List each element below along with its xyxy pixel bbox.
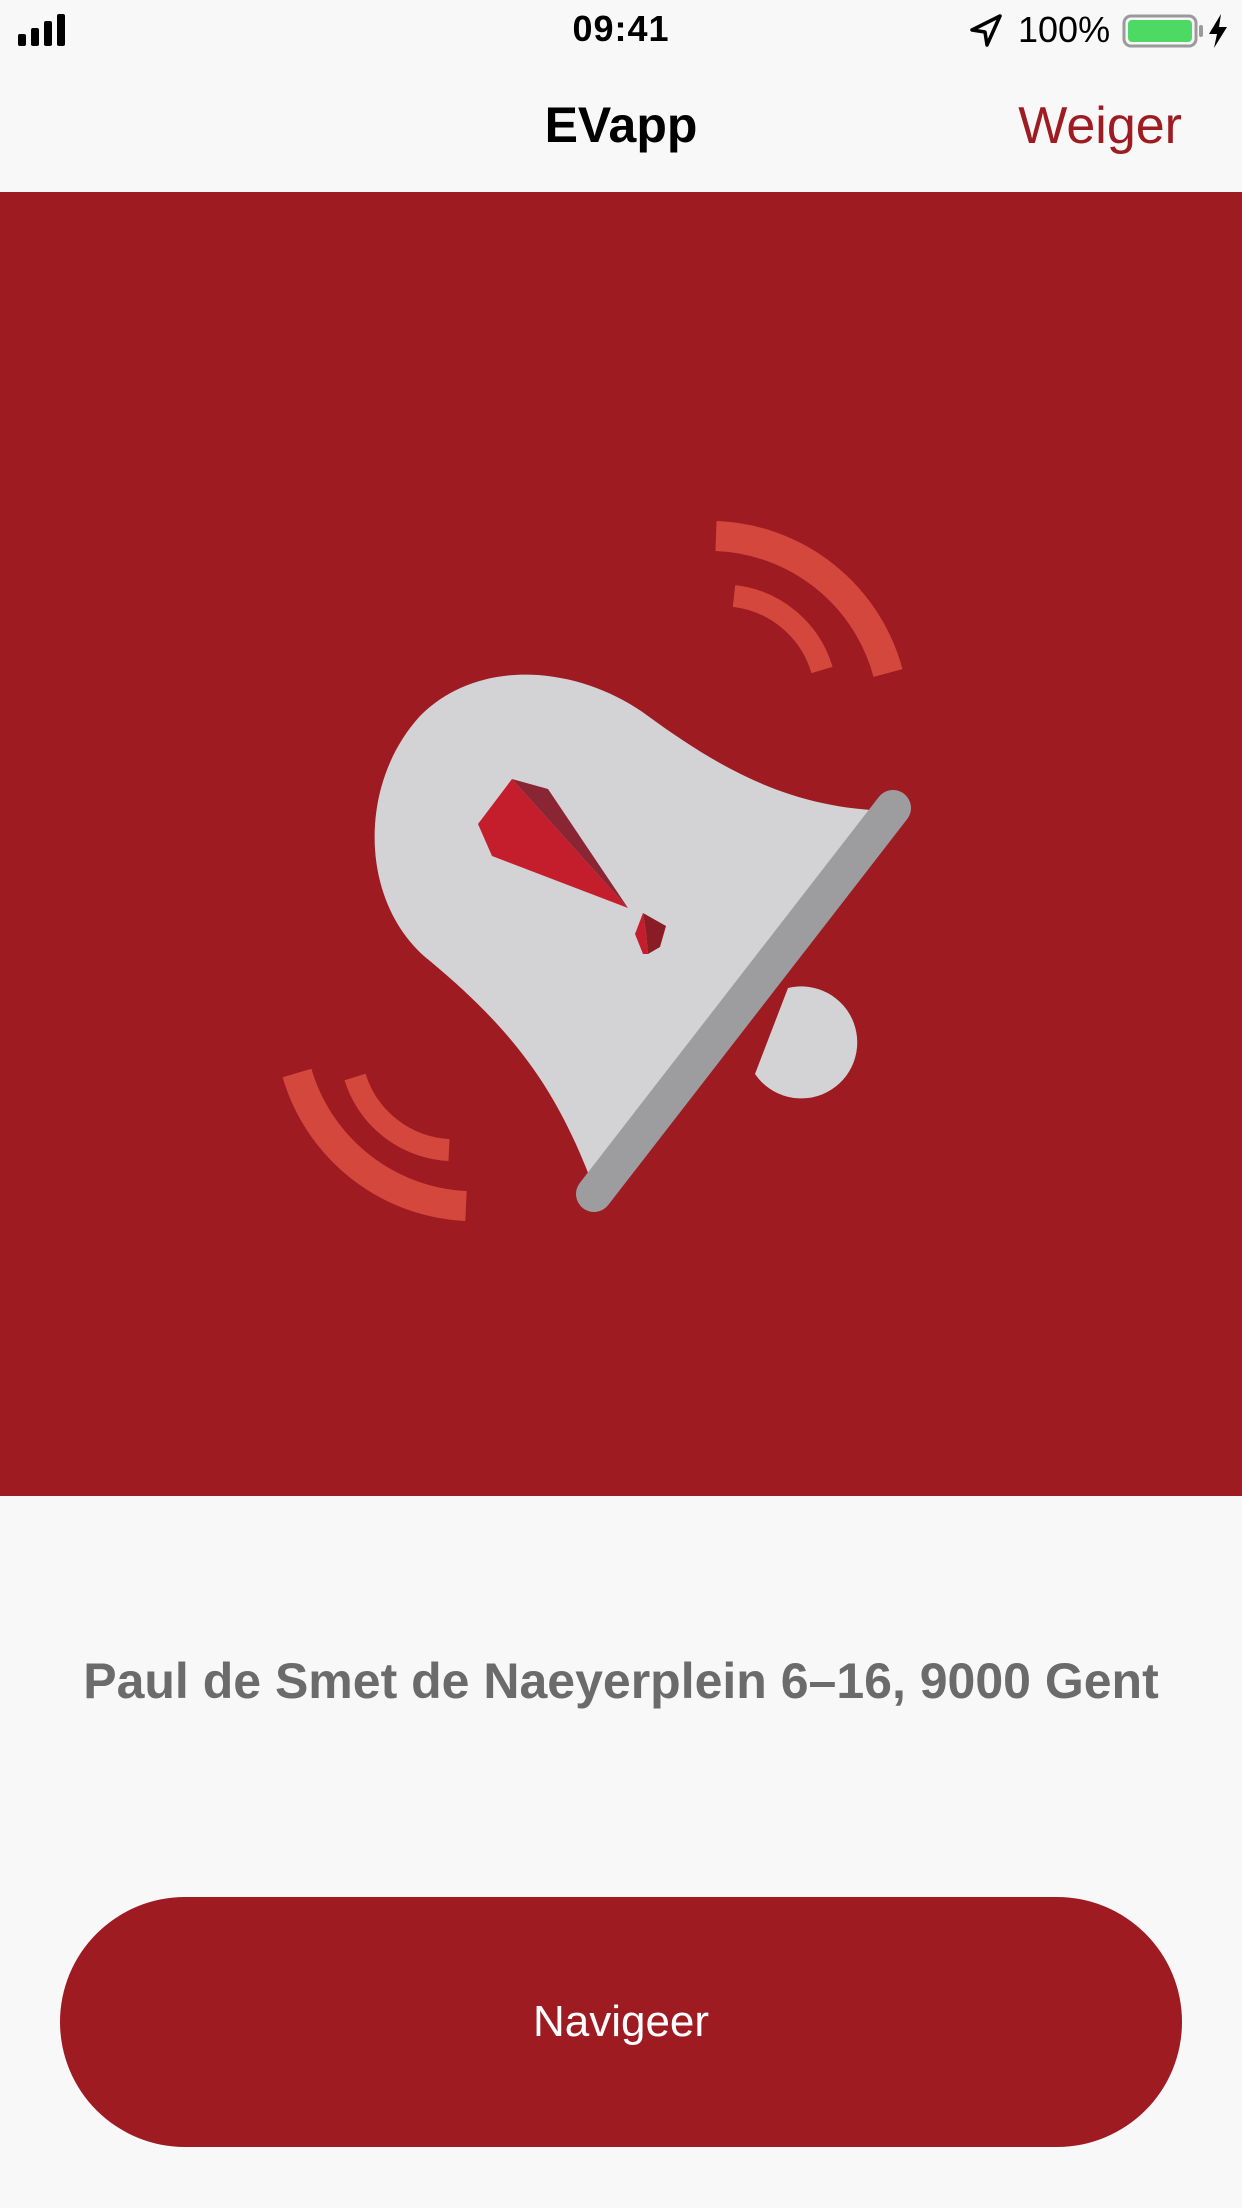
decline-button[interactable]: Weiger bbox=[1018, 96, 1182, 156]
charging-bolt-icon bbox=[1209, 14, 1227, 48]
alert-illustration-panel bbox=[0, 192, 1242, 1496]
location-arrow-icon bbox=[970, 14, 1002, 47]
navigate-button-label: Navigeer bbox=[532, 1997, 710, 2046]
battery-full-icon bbox=[1122, 14, 1203, 48]
status-bar: 09:41 100% bbox=[0, 0, 1242, 60]
navigate-button[interactable]: Navigeer bbox=[60, 1897, 1182, 2147]
navigation-bar: EVapp Weiger bbox=[0, 60, 1242, 192]
ringing-alarm-bell-icon bbox=[282, 521, 911, 1221]
incident-address: Paul de Smet de Naeyerplein 6–16, 9000 G… bbox=[83, 1653, 1159, 1709]
battery-percentage: 100% bbox=[1018, 9, 1111, 50]
